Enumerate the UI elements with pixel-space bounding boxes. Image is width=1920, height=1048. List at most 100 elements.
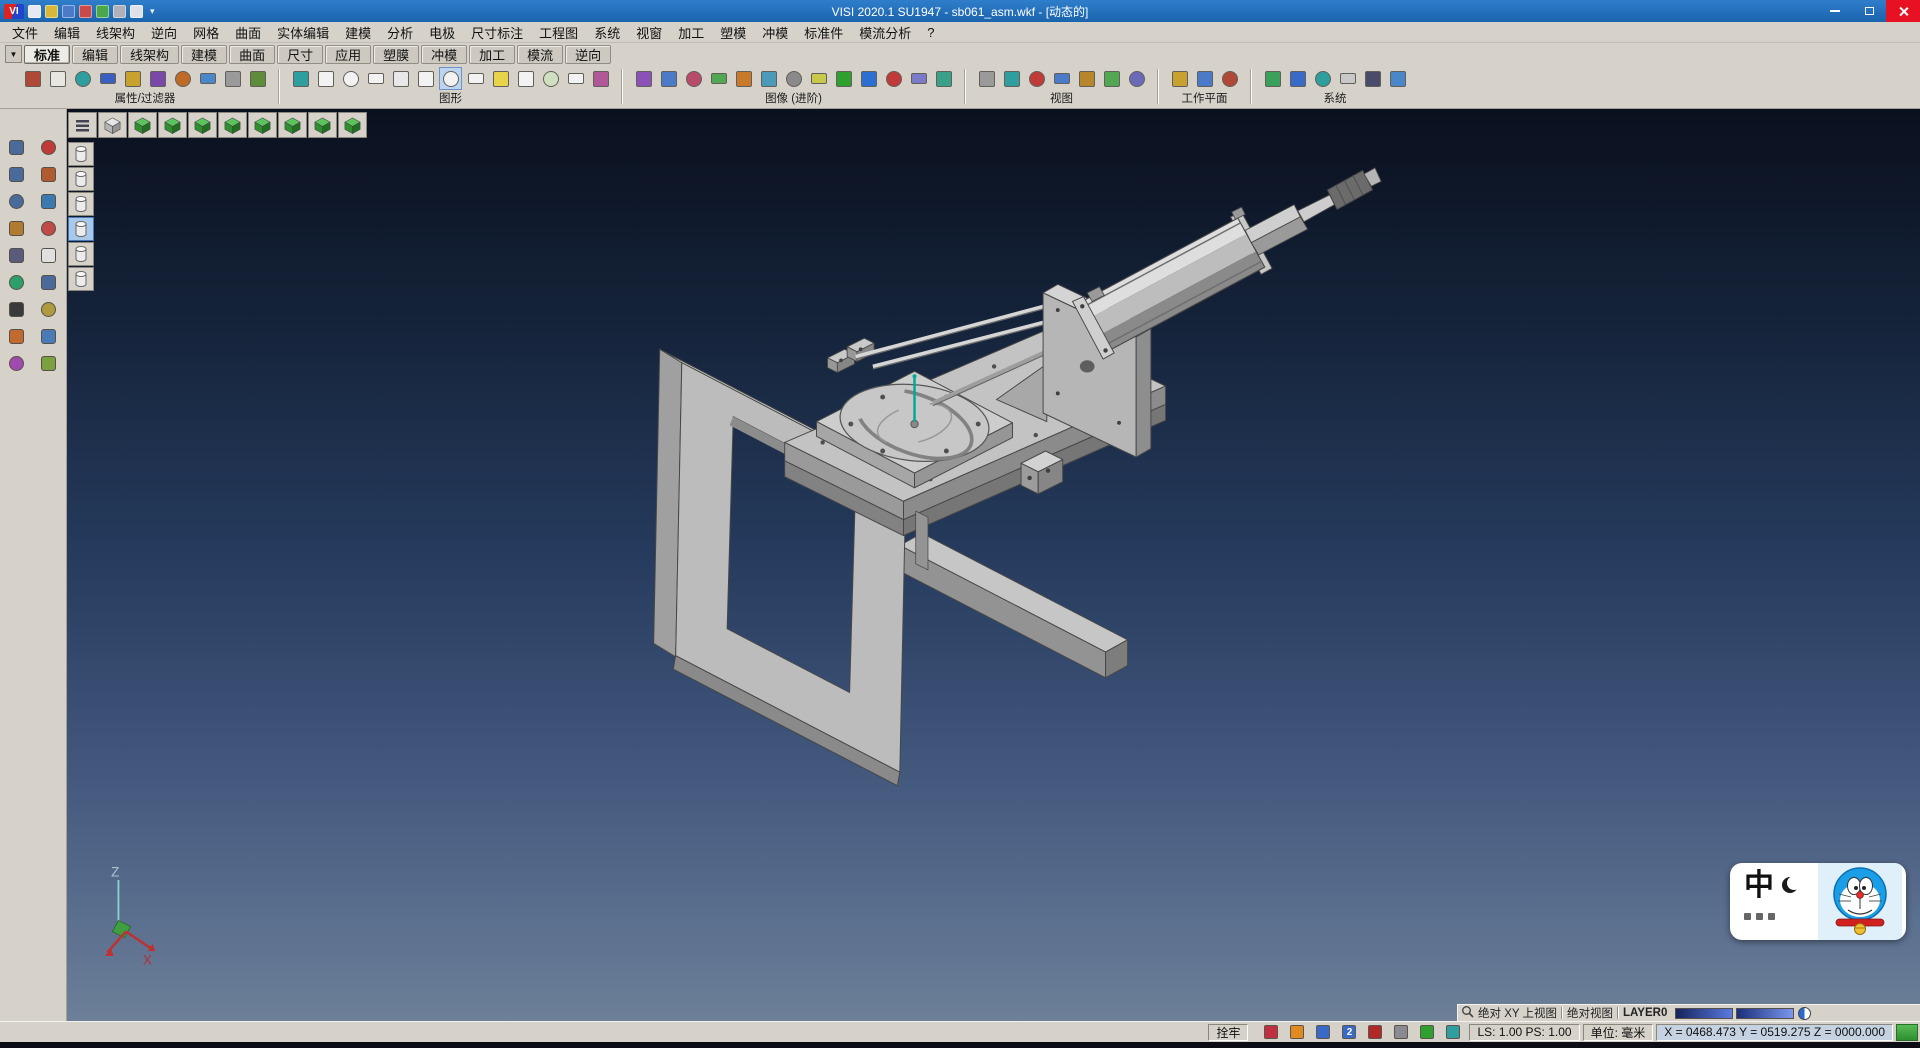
toolbar-icon[interactable]	[464, 67, 487, 90]
sidebar-tool-icon-14[interactable]	[35, 297, 62, 322]
titlebar-tool-icon-5[interactable]	[96, 5, 109, 18]
tab-编辑[interactable]: 编辑	[72, 45, 118, 64]
solid-filter-button-5[interactable]	[68, 242, 94, 266]
tab-曲面[interactable]: 曲面	[229, 45, 275, 64]
toolbar-icon[interactable]	[71, 67, 94, 90]
view-cube-button-8[interactable]	[308, 112, 337, 138]
toolbar-icon[interactable]	[1193, 67, 1216, 90]
solid-filter-button-6[interactable]	[68, 267, 94, 291]
status-tool-icon-3[interactable]	[1311, 1023, 1335, 1041]
active-layer-name[interactable]: LAYER0	[1623, 1007, 1667, 1019]
toolbar-icon[interactable]	[589, 67, 612, 90]
tab-建模[interactable]: 建模	[181, 45, 227, 64]
titlebar-tool-icon-3[interactable]	[62, 5, 75, 18]
toolbar-icon[interactable]	[514, 67, 537, 90]
menu-item-建模[interactable]: 建模	[337, 22, 379, 43]
toolbar-icon[interactable]	[1100, 67, 1123, 90]
toolbar-icon[interactable]	[1386, 67, 1409, 90]
ime-tool-icon[interactable]	[1756, 913, 1763, 920]
toolbar-icon[interactable]	[146, 67, 169, 90]
close-button[interactable]	[1886, 0, 1920, 22]
sidebar-tool-icon-17[interactable]	[3, 351, 30, 376]
menu-item-尺寸标注[interactable]: 尺寸标注	[463, 22, 531, 43]
menu-item-工程图[interactable]: 工程图	[531, 22, 586, 43]
status-tool-icon-1[interactable]	[1259, 1023, 1283, 1041]
menu-item-线架构[interactable]: 线架构	[88, 22, 143, 43]
menu-item-逆向[interactable]: 逆向	[143, 22, 185, 43]
sidebar-tool-icon-13[interactable]	[3, 297, 30, 322]
menu-item-标准件[interactable]: 标准件	[796, 22, 851, 43]
sidebar-tool-icon-6[interactable]	[35, 189, 62, 214]
toolbar-icon[interactable]	[1050, 67, 1073, 90]
search-icon[interactable]	[1461, 1005, 1474, 1021]
maximize-button[interactable]	[1852, 0, 1886, 22]
menu-item-加工[interactable]: 加工	[670, 22, 712, 43]
view-cube-button-1[interactable]	[98, 112, 127, 138]
toolbar-icon[interactable]	[932, 67, 955, 90]
tab-逆向[interactable]: 逆向	[565, 45, 611, 64]
tab-线架构[interactable]: 线架构	[120, 45, 179, 64]
menu-item-实体编辑[interactable]: 实体编辑	[269, 22, 337, 43]
sidebar-tool-icon-1[interactable]	[3, 135, 30, 160]
toolbar-icon[interactable]	[364, 67, 387, 90]
layer-color-swatch-2[interactable]	[1736, 1008, 1794, 1019]
toolbar-icon[interactable]	[389, 67, 412, 90]
tab-list-dropdown[interactable]: ▼	[5, 45, 22, 63]
toolbar-icon[interactable]	[807, 67, 830, 90]
solid-filter-button-2[interactable]	[68, 167, 94, 191]
menu-item-模流分析[interactable]: 模流分析	[851, 22, 919, 43]
ime-panel[interactable]: 中	[1730, 863, 1906, 940]
toolbar-icon[interactable]	[21, 67, 44, 90]
sidebar-tool-icon-10[interactable]	[35, 243, 62, 268]
status-tool-icon-7[interactable]	[1415, 1023, 1439, 1041]
toolbar-icon[interactable]	[489, 67, 512, 90]
layer-color-swatch-1[interactable]	[1675, 1008, 1733, 1019]
toolbar-icon[interactable]	[121, 67, 144, 90]
moon-icon[interactable]	[1782, 875, 1799, 899]
toolbar-icon[interactable]	[1261, 67, 1284, 90]
view-cube-button-5[interactable]	[218, 112, 247, 138]
toolbar-icon[interactable]	[882, 67, 905, 90]
toolbar-icon[interactable]	[657, 67, 680, 90]
toolbar-icon[interactable]	[682, 67, 705, 90]
view-cube-button-6[interactable]	[248, 112, 277, 138]
view-cube-button-2[interactable]	[128, 112, 157, 138]
toolbar-icon[interactable]	[707, 67, 730, 90]
toolbar-icon[interactable]	[1218, 67, 1241, 90]
menu-item-文件[interactable]: 文件	[4, 22, 46, 43]
menu-item-分析[interactable]: 分析	[379, 22, 421, 43]
toolbar-icon[interactable]	[439, 67, 462, 90]
status-tool-icon-4[interactable]: 2	[1337, 1023, 1361, 1041]
status-tool-icon-8[interactable]	[1441, 1023, 1465, 1041]
view-cube-button-7[interactable]	[278, 112, 307, 138]
toolbar-icon[interactable]	[171, 67, 194, 90]
toolbar-icon[interactable]	[314, 67, 337, 90]
sidebar-tool-icon-7[interactable]	[3, 216, 30, 241]
toolbar-icon[interactable]	[1168, 67, 1191, 90]
sidebar-tool-icon-2[interactable]	[35, 135, 62, 160]
toolbar-icon[interactable]	[289, 67, 312, 90]
tab-模流[interactable]: 模流	[517, 45, 563, 64]
render-mode-icon[interactable]	[1798, 1007, 1811, 1020]
toolbar-icon[interactable]	[782, 67, 805, 90]
sidebar-tool-icon-15[interactable]	[3, 324, 30, 349]
sidebar-tool-icon-5[interactable]	[3, 189, 30, 214]
minimize-button[interactable]	[1818, 0, 1852, 22]
tab-加工[interactable]: 加工	[469, 45, 515, 64]
toolbar-icon[interactable]	[1336, 67, 1359, 90]
ime-tool-icon[interactable]	[1744, 913, 1751, 920]
sidebar-tool-icon-4[interactable]	[35, 162, 62, 187]
view-list-icon-button[interactable]	[68, 112, 97, 138]
sidebar-tool-icon-3[interactable]	[3, 162, 30, 187]
cad-model[interactable]	[654, 168, 1381, 786]
sidebar-tool-icon-18[interactable]	[35, 351, 62, 376]
menu-item-编辑[interactable]: 编辑	[46, 22, 88, 43]
absolute-view-label[interactable]: 绝对视图	[1567, 1005, 1613, 1021]
titlebar-tool-icon-7[interactable]	[130, 5, 143, 18]
toolbar-icon[interactable]	[907, 67, 930, 90]
menu-item-?[interactable]: ?	[919, 24, 942, 41]
toolbar-icon[interactable]	[732, 67, 755, 90]
toolbar-icon[interactable]	[96, 67, 119, 90]
menu-item-系统[interactable]: 系统	[586, 22, 628, 43]
titlebar-tool-icon-4[interactable]	[79, 5, 92, 18]
